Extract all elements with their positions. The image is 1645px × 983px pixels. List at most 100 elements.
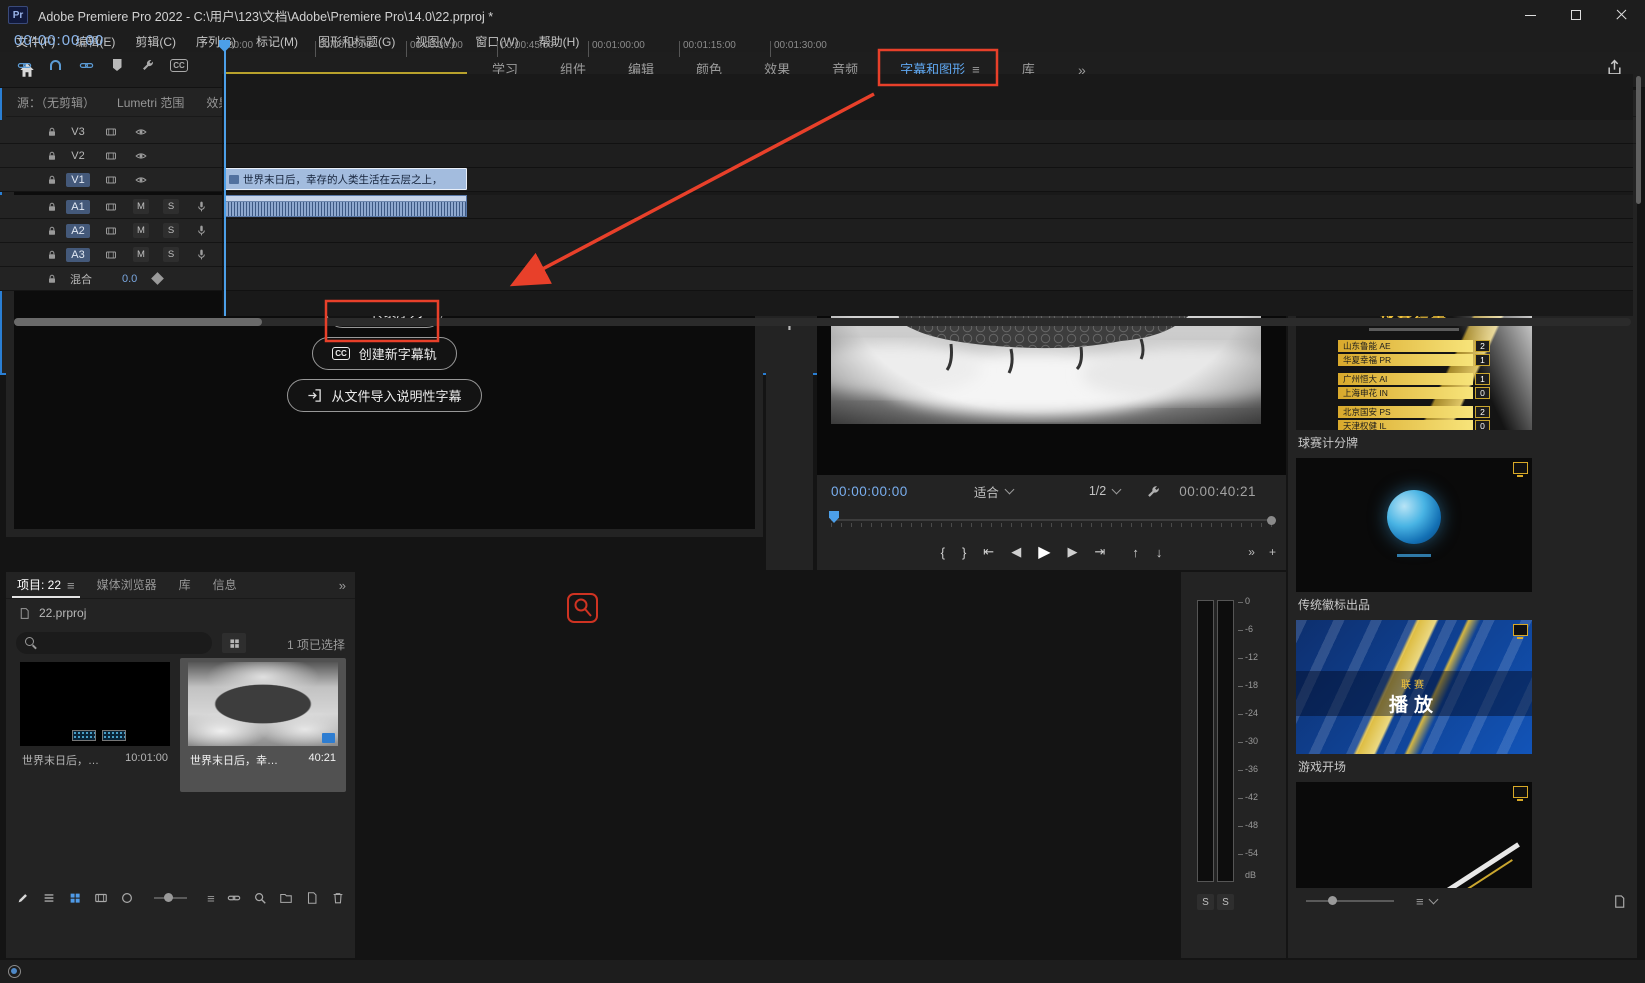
track-header-a1[interactable]: A1 M S: [0, 195, 222, 219]
project-view-toggle[interactable]: [222, 633, 246, 653]
project-file-name[interactable]: 22.prproj: [39, 606, 86, 620]
icon-view-icon[interactable]: [68, 889, 82, 907]
new-item-icon[interactable]: [305, 889, 319, 907]
track-badge[interactable]: V2: [66, 149, 90, 163]
mute-button[interactable]: M: [132, 223, 150, 238]
track-badge[interactable]: V3: [66, 125, 90, 139]
tab-project[interactable]: 项目: 22≡: [6, 572, 86, 599]
track-header-v3[interactable]: V3: [0, 120, 222, 144]
lane-v2[interactable]: [223, 144, 1633, 168]
captions-menu-icon[interactable]: CC: [169, 56, 189, 74]
track-badge[interactable]: V1: [66, 173, 90, 187]
writable-toggle-icon[interactable]: [16, 889, 30, 907]
play-button[interactable]: ▶: [1038, 542, 1050, 562]
voiceover-record-icon[interactable]: [192, 200, 210, 213]
template-thumbnail-scoreboard[interactable]: 球赛结果 山东鲁能 AE2 华夏幸福 PR1 广州恒大 AI1 上海申花 IN0…: [1296, 296, 1532, 430]
mute-button[interactable]: M: [132, 247, 150, 262]
panel-menu-icon[interactable]: ≡: [67, 572, 75, 599]
lock-icon[interactable]: [46, 150, 60, 162]
keyframe-nav-icon[interactable]: [151, 272, 164, 285]
template-thumbnail-logo[interactable]: [1296, 458, 1532, 592]
source-patch-icon[interactable]: [102, 225, 120, 237]
program-scrubber[interactable]: [827, 509, 1276, 531]
find-icon[interactable]: [253, 889, 267, 907]
mark-in-button[interactable]: {: [941, 545, 945, 560]
sort-menu-icon[interactable]: ≡: [1416, 894, 1424, 909]
lock-icon[interactable]: [46, 201, 60, 213]
extract-button[interactable]: ↓: [1156, 545, 1163, 560]
lane-v3[interactable]: [223, 120, 1633, 144]
toggle-track-output-icon[interactable]: [132, 150, 150, 162]
import-captions-button[interactable]: 从文件导入说明性字幕: [287, 379, 481, 412]
button-editor-add-icon[interactable]: +: [1269, 545, 1276, 559]
timeline-hscroll-thumb[interactable]: [14, 318, 262, 326]
program-timecode[interactable]: 00:00:00:00: [831, 484, 908, 499]
track-badge[interactable]: A1: [66, 200, 90, 214]
step-forward-button[interactable]: ▶: [1068, 544, 1078, 560]
mark-out-button[interactable]: }: [962, 545, 966, 560]
source-patch-icon[interactable]: [102, 174, 120, 186]
project-item-sequence[interactable]: 世界末日后，幸… 40:21: [180, 658, 346, 792]
automate-to-sequence-icon[interactable]: [227, 889, 241, 907]
project-search-input[interactable]: [43, 636, 203, 650]
close-button[interactable]: [1599, 0, 1645, 30]
menu-item-clip[interactable]: 剪辑(C): [125, 31, 186, 52]
tab-info[interactable]: 信息: [202, 572, 248, 599]
resolution-dropdown[interactable]: 1/2: [1089, 484, 1120, 498]
toggle-track-output-icon[interactable]: [132, 126, 150, 138]
lift-button[interactable]: ↑: [1132, 545, 1139, 560]
project-item-video[interactable]: 世界末日后，… 10:01:00: [16, 658, 174, 792]
create-caption-track-button[interactable]: CC 创建新字幕轨: [312, 337, 457, 370]
go-to-in-button[interactable]: ⇤: [983, 544, 994, 560]
tab-lumetri-scopes[interactable]: Lumetri 范围: [106, 90, 195, 117]
mix-volume-value[interactable]: 0.0: [122, 273, 137, 285]
timeline-settings-wrench-icon[interactable]: [138, 56, 158, 74]
snap-magnet-icon[interactable]: [45, 56, 65, 74]
timeline-playhead[interactable]: [224, 40, 226, 316]
lock-icon[interactable]: [46, 174, 60, 186]
new-item-icon[interactable]: [1612, 894, 1627, 909]
tab-overflow-icon[interactable]: »: [330, 578, 355, 593]
new-bin-icon[interactable]: [279, 889, 293, 907]
timeline-timecode[interactable]: 00:00:00:00: [14, 32, 104, 49]
solo-right-button[interactable]: S: [1217, 894, 1234, 910]
fit-dropdown[interactable]: 适合: [974, 482, 1013, 501]
track-header-a3[interactable]: A3 M S: [0, 243, 222, 267]
source-patch-icon[interactable]: [102, 150, 120, 162]
step-back-button[interactable]: ◀: [1011, 544, 1021, 560]
go-to-out-button[interactable]: ⇥: [1095, 544, 1106, 560]
voiceover-record-icon[interactable]: [192, 224, 210, 237]
source-patch-icon[interactable]: [102, 249, 120, 261]
track-header-v1[interactable]: V1: [0, 168, 222, 192]
track-badge[interactable]: A2: [66, 224, 90, 238]
solo-button[interactable]: S: [162, 223, 180, 238]
program-playhead[interactable]: [829, 511, 839, 523]
track-badge[interactable]: A3: [66, 248, 90, 262]
source-patch-icon[interactable]: [102, 201, 120, 213]
solo-left-button[interactable]: S: [1197, 894, 1214, 910]
scrollbar-handle[interactable]: [1267, 516, 1276, 525]
thumbnail-zoom-slider[interactable]: [1306, 900, 1394, 902]
preview-zoom-icon[interactable]: [120, 889, 134, 907]
delete-icon[interactable]: [331, 889, 345, 907]
maximize-button[interactable]: [1553, 0, 1599, 30]
nest-insert-icon[interactable]: [14, 56, 34, 74]
template-thumbnail-game[interactable]: 联赛 播放: [1296, 620, 1532, 754]
project-zoom-slider[interactable]: [154, 897, 187, 899]
track-header-mix[interactable]: 混合 0.0: [0, 267, 222, 291]
lane-mix[interactable]: [223, 267, 1633, 291]
add-marker-icon[interactable]: [107, 56, 127, 74]
lock-icon[interactable]: [46, 225, 60, 237]
voiceover-record-icon[interactable]: [192, 248, 210, 261]
lock-icon[interactable]: [46, 126, 60, 138]
tab-media-browser[interactable]: 媒体浏览器: [86, 572, 168, 599]
track-header-v2[interactable]: V2: [0, 144, 222, 168]
source-patch-icon[interactable]: [102, 126, 120, 138]
tab-libraries[interactable]: 库: [168, 572, 202, 599]
menu-item-markers[interactable]: 标记(M): [246, 31, 308, 52]
lane-a2[interactable]: [223, 219, 1633, 243]
freeform-view-icon[interactable]: [94, 889, 108, 907]
mute-button[interactable]: M: [132, 199, 150, 214]
tab-source-monitor[interactable]: 源：（无剪辑）: [6, 90, 106, 117]
solo-button[interactable]: S: [162, 199, 180, 214]
